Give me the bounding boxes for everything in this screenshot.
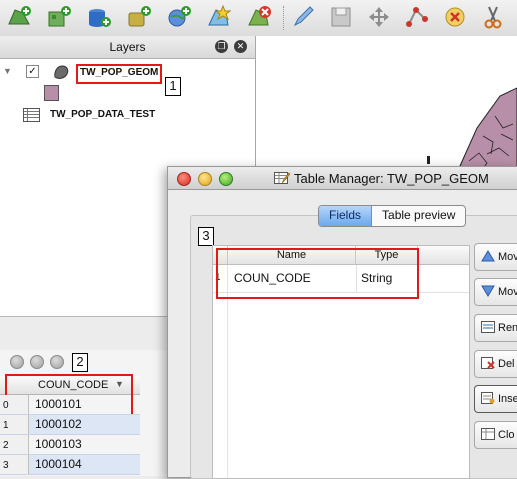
rename-icon (481, 321, 495, 334)
row-value[interactable]: 1000103 (30, 435, 130, 454)
arrow-up-icon (481, 250, 495, 262)
node-tool-icon[interactable] (404, 4, 430, 30)
table-row[interactable]: 0 1000101 (0, 395, 140, 415)
float-panel-icon[interactable]: ❐ (215, 40, 228, 53)
row-value[interactable]: 1000102 (30, 415, 130, 434)
fields-table[interactable]: Name Type 1 COUN_CODE String (212, 245, 470, 479)
tab-table-preview[interactable]: Table preview (372, 206, 465, 226)
row-value[interactable]: 1000104 (30, 455, 130, 474)
add-raster-layer-icon[interactable] (46, 4, 72, 30)
rename-label: Ren (498, 322, 517, 334)
move-up-button[interactable]: Mov (474, 243, 517, 271)
layer-visibility-checkbox[interactable]: ✓ (26, 65, 39, 78)
polygon-layer-icon (52, 63, 70, 84)
layer-name-tw-pop-data-test[interactable]: TW_POP_DATA_TEST (50, 109, 155, 120)
rename-button[interactable]: Ren (474, 314, 517, 342)
row-index: 0 (0, 395, 29, 414)
cut-features-icon[interactable] (480, 4, 506, 30)
row-index: 3 (0, 455, 29, 474)
table-layer-icon (23, 108, 40, 125)
move-up-label: Mov (498, 251, 517, 263)
dialog-zoom-icon[interactable] (219, 172, 233, 186)
tab-fields[interactable]: Fields (319, 206, 373, 226)
dialog-close-icon[interactable] (177, 172, 191, 186)
insert-field-button[interactable]: Inse (474, 385, 517, 413)
window-zoom-icon[interactable] (50, 355, 64, 369)
close-table-icon (481, 428, 495, 441)
annotation-number: 2 (72, 353, 88, 372)
add-wms-layer-icon[interactable] (166, 4, 192, 30)
arrow-down-icon (481, 285, 495, 298)
row-index: 1 (0, 415, 29, 434)
tab-bar: Fields Table preview (318, 205, 467, 227)
table-edit-icon (274, 171, 291, 188)
expand-arrow-icon[interactable]: ▼ (3, 66, 12, 76)
delete-field-label: Del (498, 358, 515, 370)
dialog-minimize-icon[interactable] (198, 172, 212, 186)
close-panel-icon[interactable]: ✕ (234, 40, 247, 53)
dialog-title-bar[interactable]: Table Manager: TW_POP_GEOM (168, 167, 517, 190)
insert-field-label: Inse (498, 393, 517, 405)
close-label: Clo (498, 429, 515, 441)
save-edits-icon[interactable] (328, 4, 354, 30)
close-button[interactable]: Clo (474, 421, 517, 449)
layer-name-tw-pop-geom[interactable]: TW_POP_GEOM (80, 67, 158, 78)
remove-layer-icon[interactable] (246, 4, 272, 30)
toolbar-separator (283, 6, 284, 30)
delete-field-icon (481, 357, 495, 370)
window-minimize-icon[interactable] (30, 355, 44, 369)
delete-field-button[interactable]: Del (474, 350, 517, 378)
move-down-button[interactable]: Mov (474, 278, 517, 306)
insert-field-icon (481, 392, 495, 405)
toolbar (0, 0, 517, 37)
table-row[interactable]: 2 1000103 (0, 435, 140, 455)
window-close-icon[interactable] (10, 355, 24, 369)
row-index: 2 (0, 435, 29, 454)
move-down-label: Mov (498, 286, 517, 298)
add-database-layer-icon[interactable] (86, 4, 112, 30)
new-shapefile-icon[interactable] (206, 4, 232, 30)
layer-symbol-swatch[interactable] (44, 85, 59, 101)
annotation-number: 1 (165, 77, 181, 96)
add-postgis-layer-icon[interactable] (126, 4, 152, 30)
table-row[interactable]: 3 1000104 (0, 455, 140, 475)
fields-highlight-box (216, 248, 419, 299)
add-vector-layer-icon[interactable] (6, 4, 32, 30)
annotation-number: 3 (198, 227, 214, 246)
table-manager-dialog: Table Manager: TW_POP_GEOM Fields Table … (167, 166, 517, 479)
row-value[interactable]: 1000101 (30, 395, 130, 414)
dialog-title: Table Manager: TW_POP_GEOM (294, 171, 489, 186)
move-feature-icon[interactable] (366, 4, 392, 30)
toggle-editing-pencil-icon[interactable] (290, 4, 316, 30)
table-row[interactable]: 1 1000102 (0, 415, 140, 435)
delete-selected-icon[interactable] (442, 4, 468, 30)
